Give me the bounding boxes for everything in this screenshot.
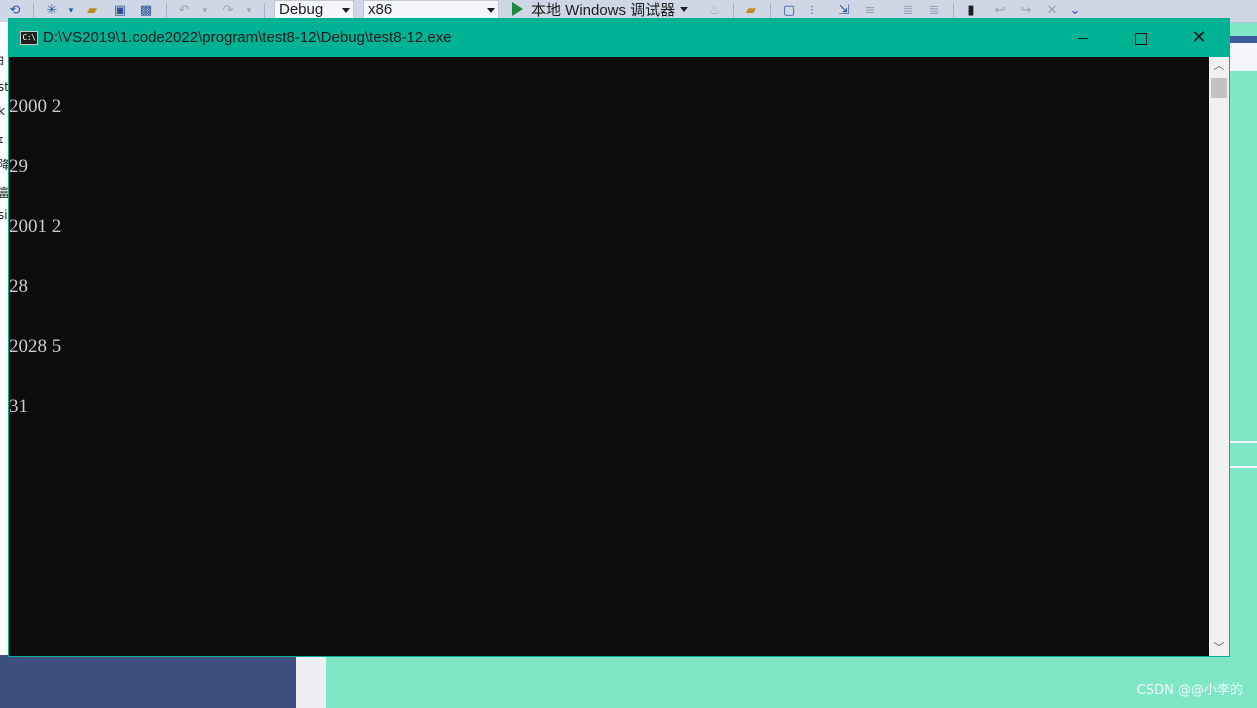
maximize-icon xyxy=(1135,32,1147,45)
vs-status-area xyxy=(0,655,296,708)
panel-header xyxy=(1230,36,1257,43)
console-window[interactable]: C:\ D:\VS2019\1.code2022\program\test8-1… xyxy=(8,18,1230,657)
toolbar-separator xyxy=(264,3,265,19)
solution-platform-combo[interactable]: x86 xyxy=(363,0,499,20)
chevron-down-icon xyxy=(487,8,495,13)
csdn-watermark: CSDN @@小李的 xyxy=(1136,683,1243,698)
scroll-down-icon[interactable]: ﹀ xyxy=(1209,639,1229,656)
strip-glyph: k xyxy=(0,104,5,118)
strip-glyph: ﾖ xyxy=(0,52,4,69)
vs-right-panel xyxy=(1230,36,1257,655)
strip-glyph: si xyxy=(0,208,8,222)
toolbar-separator xyxy=(166,3,167,19)
chevron-down-icon xyxy=(342,8,350,13)
scroll-up-icon[interactable]: ︿ xyxy=(1209,57,1229,74)
console-line: 2000 2 xyxy=(9,96,62,117)
toolbar-separator xyxy=(770,3,771,19)
solution-configuration-value: Debug xyxy=(279,1,324,18)
console-line: 2001 2 xyxy=(9,216,62,237)
panel-tab[interactable] xyxy=(1230,43,1257,71)
strip-glyph: ｪ xyxy=(0,130,4,147)
vs-editor-area xyxy=(326,655,1257,708)
console-line: 28 xyxy=(9,276,28,297)
minimize-button[interactable] xyxy=(1054,19,1112,57)
toolbar-separator xyxy=(33,3,34,19)
maximize-button[interactable] xyxy=(1112,19,1170,57)
console-title: D:\VS2019\1.code2022\program\test8-12\De… xyxy=(43,29,452,46)
toolbar-separator xyxy=(953,3,954,19)
chevron-down-icon xyxy=(680,7,689,12)
panel-divider xyxy=(1230,466,1257,468)
vertical-scrollbar[interactable]: ︿ ﹀ xyxy=(1209,57,1229,656)
panel-divider xyxy=(1230,441,1257,443)
close-icon: ✕ xyxy=(1191,27,1207,48)
console-line: 29 xyxy=(9,156,28,177)
close-button[interactable]: ✕ xyxy=(1170,19,1228,57)
console-output[interactable]: 2000 2 29 2001 2 28 2028 5 31 xyxy=(9,57,1209,656)
console-line: 31 xyxy=(9,396,28,417)
console-app-icon[interactable]: C:\ xyxy=(20,31,38,45)
play-icon xyxy=(512,2,523,16)
solution-configuration-combo[interactable]: Debug xyxy=(274,0,354,20)
start-debugging-label: 本地 Windows 调试器 xyxy=(531,2,676,19)
console-line: 2028 5 xyxy=(9,336,62,357)
vs-gutter xyxy=(296,655,326,708)
toolbar-separator xyxy=(733,3,734,19)
minimize-icon xyxy=(1078,38,1088,39)
solution-platform-value: x86 xyxy=(368,1,393,18)
scroll-thumb[interactable] xyxy=(1211,78,1227,98)
console-titlebar[interactable]: C:\ D:\VS2019\1.code2022\program\test8-1… xyxy=(9,19,1229,57)
